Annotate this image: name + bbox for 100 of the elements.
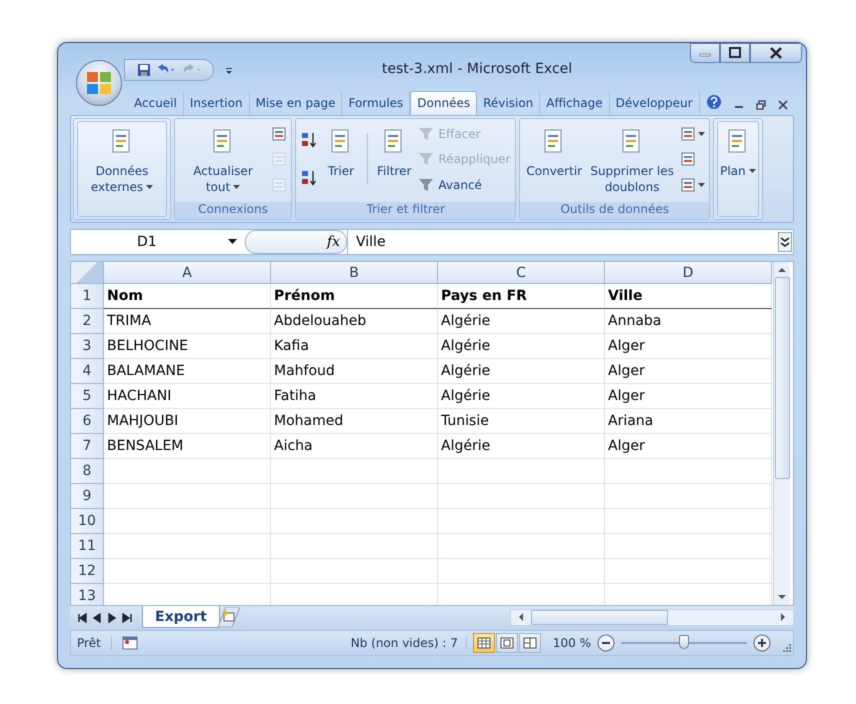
close-icon <box>768 47 784 59</box>
zoom-out-icon[interactable] <box>597 634 615 652</box>
vertical-scrollbar[interactable] <box>773 262 790 606</box>
sheet-icon <box>680 151 696 168</box>
table-cell: Aicha <box>271 434 438 459</box>
sort-button[interactable] <box>299 168 319 188</box>
table-cell: Algérie <box>438 434 605 459</box>
caret-icon <box>146 185 154 190</box>
table-cell: Pays en FR <box>438 284 605 309</box>
row-header[interactable]: 7 <box>71 434 104 459</box>
ribbon-button[interactable]: Supprimer les doublons <box>587 120 678 202</box>
macro-record-icon[interactable] <box>122 636 138 650</box>
caret-icon <box>233 185 240 190</box>
new-sheet-icon[interactable] <box>218 607 240 628</box>
window-title: test-3.xml - Microsoft Excel <box>380 60 574 76</box>
row-header[interactable]: 2 <box>71 308 104 334</box>
row-header[interactable]: 1 <box>71 284 104 309</box>
column-header[interactable]: D <box>605 262 772 284</box>
sheet-tab[interactable]: Export <box>142 606 220 628</box>
funnel-icon <box>418 176 434 193</box>
status-text: Prêt <box>77 636 112 650</box>
ribbon-button[interactable]: Filtrer <box>374 120 414 202</box>
zoom-in-icon[interactable] <box>753 634 771 652</box>
table-cell: Abdelouaheb <box>271 308 438 334</box>
ribbon-icon-button[interactable] <box>679 176 706 194</box>
row-header[interactable]: 11 <box>71 534 104 559</box>
table-cell: BALAMANE <box>104 358 271 384</box>
funnel-icon <box>418 151 434 168</box>
row-header[interactable]: 10 <box>71 508 104 534</box>
slider-thumb[interactable] <box>679 635 689 650</box>
dropdown-arrow-icon <box>228 239 237 244</box>
row-header[interactable]: 4 <box>71 358 104 384</box>
column-header[interactable]: A <box>104 262 271 284</box>
table-cell: Algérie <box>438 384 605 409</box>
table-cell: Ville <box>605 284 772 309</box>
row-header[interactable]: 9 <box>71 484 104 509</box>
view-button[interactable] <box>496 633 518 654</box>
table-cell: Alger <box>605 434 772 459</box>
column-header[interactable]: B <box>271 262 438 284</box>
table-cell: Ariana <box>605 408 772 434</box>
table-cell: Algérie <box>438 308 605 334</box>
table-cell: Alger <box>605 358 772 384</box>
row-header[interactable]: 8 <box>71 458 104 484</box>
ribbon-button[interactable]: Données externes <box>77 120 167 217</box>
restore-icon[interactable] <box>756 100 766 110</box>
group-label: Trier et filtrer <box>296 202 516 219</box>
expand-icon[interactable] <box>778 232 792 252</box>
ribbon-button[interactable]: Trier <box>321 120 361 202</box>
table-cell: Algérie <box>438 358 605 384</box>
close-icon[interactable] <box>778 100 788 110</box>
column-header[interactable]: C <box>438 262 605 284</box>
row-header[interactable]: 5 <box>71 384 104 409</box>
ribbon-icon-button[interactable] <box>679 124 706 143</box>
scroll-thumb[interactable] <box>774 276 790 479</box>
scroll-down-icon[interactable] <box>777 593 787 602</box>
table-cell: Fatiha <box>271 384 438 409</box>
table-cell: Alger <box>605 384 772 409</box>
ribbon-button[interactable]: Avancé <box>416 176 512 194</box>
table-cell: Mohamed <box>271 408 438 434</box>
ribbon-icon-button[interactable] <box>270 124 288 143</box>
save-icon[interactable] <box>137 62 151 76</box>
ribbon-button[interactable]: Convertir <box>523 120 586 202</box>
view-button[interactable] <box>472 633 495 654</box>
ribbon-tab[interactable]: Données <box>410 90 478 115</box>
view-button[interactable] <box>518 633 541 654</box>
row-header[interactable]: 12 <box>71 558 104 584</box>
group-label: Outils de données <box>520 202 710 219</box>
office-button[interactable] <box>76 60 122 106</box>
caret-icon <box>748 169 756 174</box>
row-header[interactable]: 6 <box>71 408 104 434</box>
scroll-thumb[interactable] <box>531 610 668 625</box>
customize-caret-icon[interactable] <box>224 66 234 76</box>
insert-function-button[interactable]: fx <box>245 230 347 254</box>
horizontal-scrollbar[interactable] <box>510 608 794 626</box>
row-header[interactable]: 3 <box>71 334 104 359</box>
table-cell: BELHOCINE <box>104 334 271 359</box>
table-cell: BENSALEM <box>104 434 271 459</box>
funnel-icon <box>418 126 434 142</box>
caret-icon <box>698 132 706 136</box>
ribbon-button[interactable]: Plan <box>717 120 759 217</box>
table-cell: TRIMA <box>104 308 271 334</box>
maximize-icon <box>728 47 742 59</box>
row-header[interactable]: 13 <box>71 584 104 606</box>
ribbon-button[interactable]: Actualiser tout <box>178 120 268 202</box>
sheet-icon <box>271 126 287 142</box>
maximize-button[interactable] <box>720 43 750 63</box>
table-cell: Annaba <box>605 308 772 334</box>
table-cell: Alger <box>605 334 772 359</box>
resize-grip-icon[interactable] <box>781 642 791 652</box>
help-icon[interactable] <box>706 94 722 110</box>
sheet-icon <box>680 126 696 142</box>
count-text: Nb (non vides) : 7 <box>350 636 467 650</box>
name-box[interactable]: D1 <box>71 230 245 254</box>
scroll-right-icon[interactable] <box>779 612 787 622</box>
zoom-level[interactable]: 100 % <box>552 636 591 650</box>
scroll-left-icon[interactable] <box>517 612 525 622</box>
scroll-up-icon[interactable] <box>777 266 787 274</box>
close-button[interactable] <box>750 43 802 63</box>
table-cell: Prénom <box>271 284 438 309</box>
sheet-icon <box>680 176 696 193</box>
